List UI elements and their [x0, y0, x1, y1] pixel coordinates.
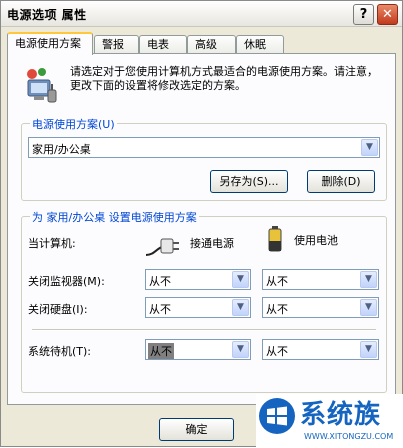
- battery-icon: [268, 226, 282, 252]
- scheme-settings-group: 为 家用/办公桌 设置电源使用方案 当计算机: 接通电源 使用电池 关闭监视器(…: [21, 209, 387, 393]
- ac-power-label: 接通电源: [190, 237, 234, 250]
- monitor-off-label: 关闭监视器(M):: [28, 275, 105, 288]
- chevron-down-icon: ▼: [361, 139, 378, 156]
- divider: [32, 329, 376, 331]
- power-scheme-group: 电源使用方案(U) 家用/办公桌 ▼ 另存为(S)... 删除(D): [21, 116, 387, 201]
- tab-panel: 请选定对于您使用计算机方式最适合的电源使用方案。请注意，更改下面的设置将修改选定…: [7, 53, 396, 405]
- chevron-down-icon: ▼: [232, 271, 249, 288]
- monitor-off-battery-select[interactable]: 从不 ▼: [262, 269, 379, 290]
- power-options-dialog: 电源选项 属性 ? ✕ 电源使用方案 警报 电表 高级 休眠 请选定对于您使用计…: [0, 0, 403, 448]
- disk-off-battery-select[interactable]: 从不 ▼: [262, 297, 379, 318]
- disk-off-label: 关闭硬盘(I):: [28, 303, 88, 316]
- watermark: 系统族 WWW.XITONGZU.COM: [256, 394, 403, 448]
- intro-text: 请选定对于您使用计算机方式最适合的电源使用方案。请注意，更改下面的设置将修改选定…: [70, 65, 378, 92]
- plug-icon: [145, 238, 179, 256]
- standby-ac-value: 从不: [148, 343, 174, 359]
- standby-battery-value: 从不: [266, 345, 288, 358]
- chevron-down-icon: ▼: [232, 299, 249, 316]
- tab-power-schemes[interactable]: 电源使用方案: [7, 32, 93, 55]
- tab-hibernate[interactable]: 休眠: [236, 35, 284, 54]
- watermark-url: WWW.XITONGZU.COM: [304, 432, 394, 441]
- chevron-down-icon: ▼: [360, 299, 377, 316]
- title-bar[interactable]: 电源选项 属性 ? ✕: [1, 1, 402, 27]
- power-scheme-legend: 电源使用方案(U): [30, 116, 117, 132]
- chevron-down-icon: ▼: [232, 341, 249, 358]
- chevron-down-icon: ▼: [360, 271, 377, 288]
- delete-button[interactable]: 删除(D): [307, 170, 375, 193]
- tab-advanced[interactable]: 高级: [187, 35, 236, 54]
- scheme-settings-legend: 为 家用/办公桌 设置电源使用方案: [30, 209, 199, 225]
- chevron-down-icon: ▼: [360, 341, 377, 358]
- power-scheme-select[interactable]: 家用/办公桌 ▼: [28, 137, 380, 158]
- save-as-button[interactable]: 另存为(S)...: [210, 170, 288, 193]
- standby-ac-select[interactable]: 从不 ▼: [145, 339, 251, 360]
- tab-power-meter[interactable]: 电表: [139, 35, 187, 54]
- computer-state-label: 当计算机:: [28, 237, 76, 250]
- standby-label: 系统待机(T):: [28, 345, 92, 358]
- battery-label: 使用电池: [294, 234, 338, 247]
- close-button[interactable]: ✕: [377, 4, 398, 25]
- watermark-name: 系统族: [300, 400, 382, 430]
- power-scheme-value: 家用/办公桌: [32, 143, 91, 156]
- windows-logo-icon: [259, 398, 295, 434]
- standby-battery-select[interactable]: 从不 ▼: [262, 339, 379, 360]
- help-button[interactable]: ?: [353, 4, 374, 25]
- power-schemes-icon: [27, 68, 57, 103]
- window-title: 电源选项 属性: [7, 8, 87, 22]
- monitor-off-ac-value: 从不: [149, 275, 171, 288]
- disk-off-ac-select[interactable]: 从不 ▼: [145, 297, 251, 318]
- tab-alarms[interactable]: 警报: [94, 35, 139, 54]
- disk-off-battery-value: 从不: [266, 303, 288, 316]
- monitor-off-ac-select[interactable]: 从不 ▼: [145, 269, 251, 290]
- ok-button[interactable]: 确定: [159, 418, 234, 441]
- monitor-off-battery-value: 从不: [266, 275, 288, 288]
- disk-off-ac-value: 从不: [149, 303, 171, 316]
